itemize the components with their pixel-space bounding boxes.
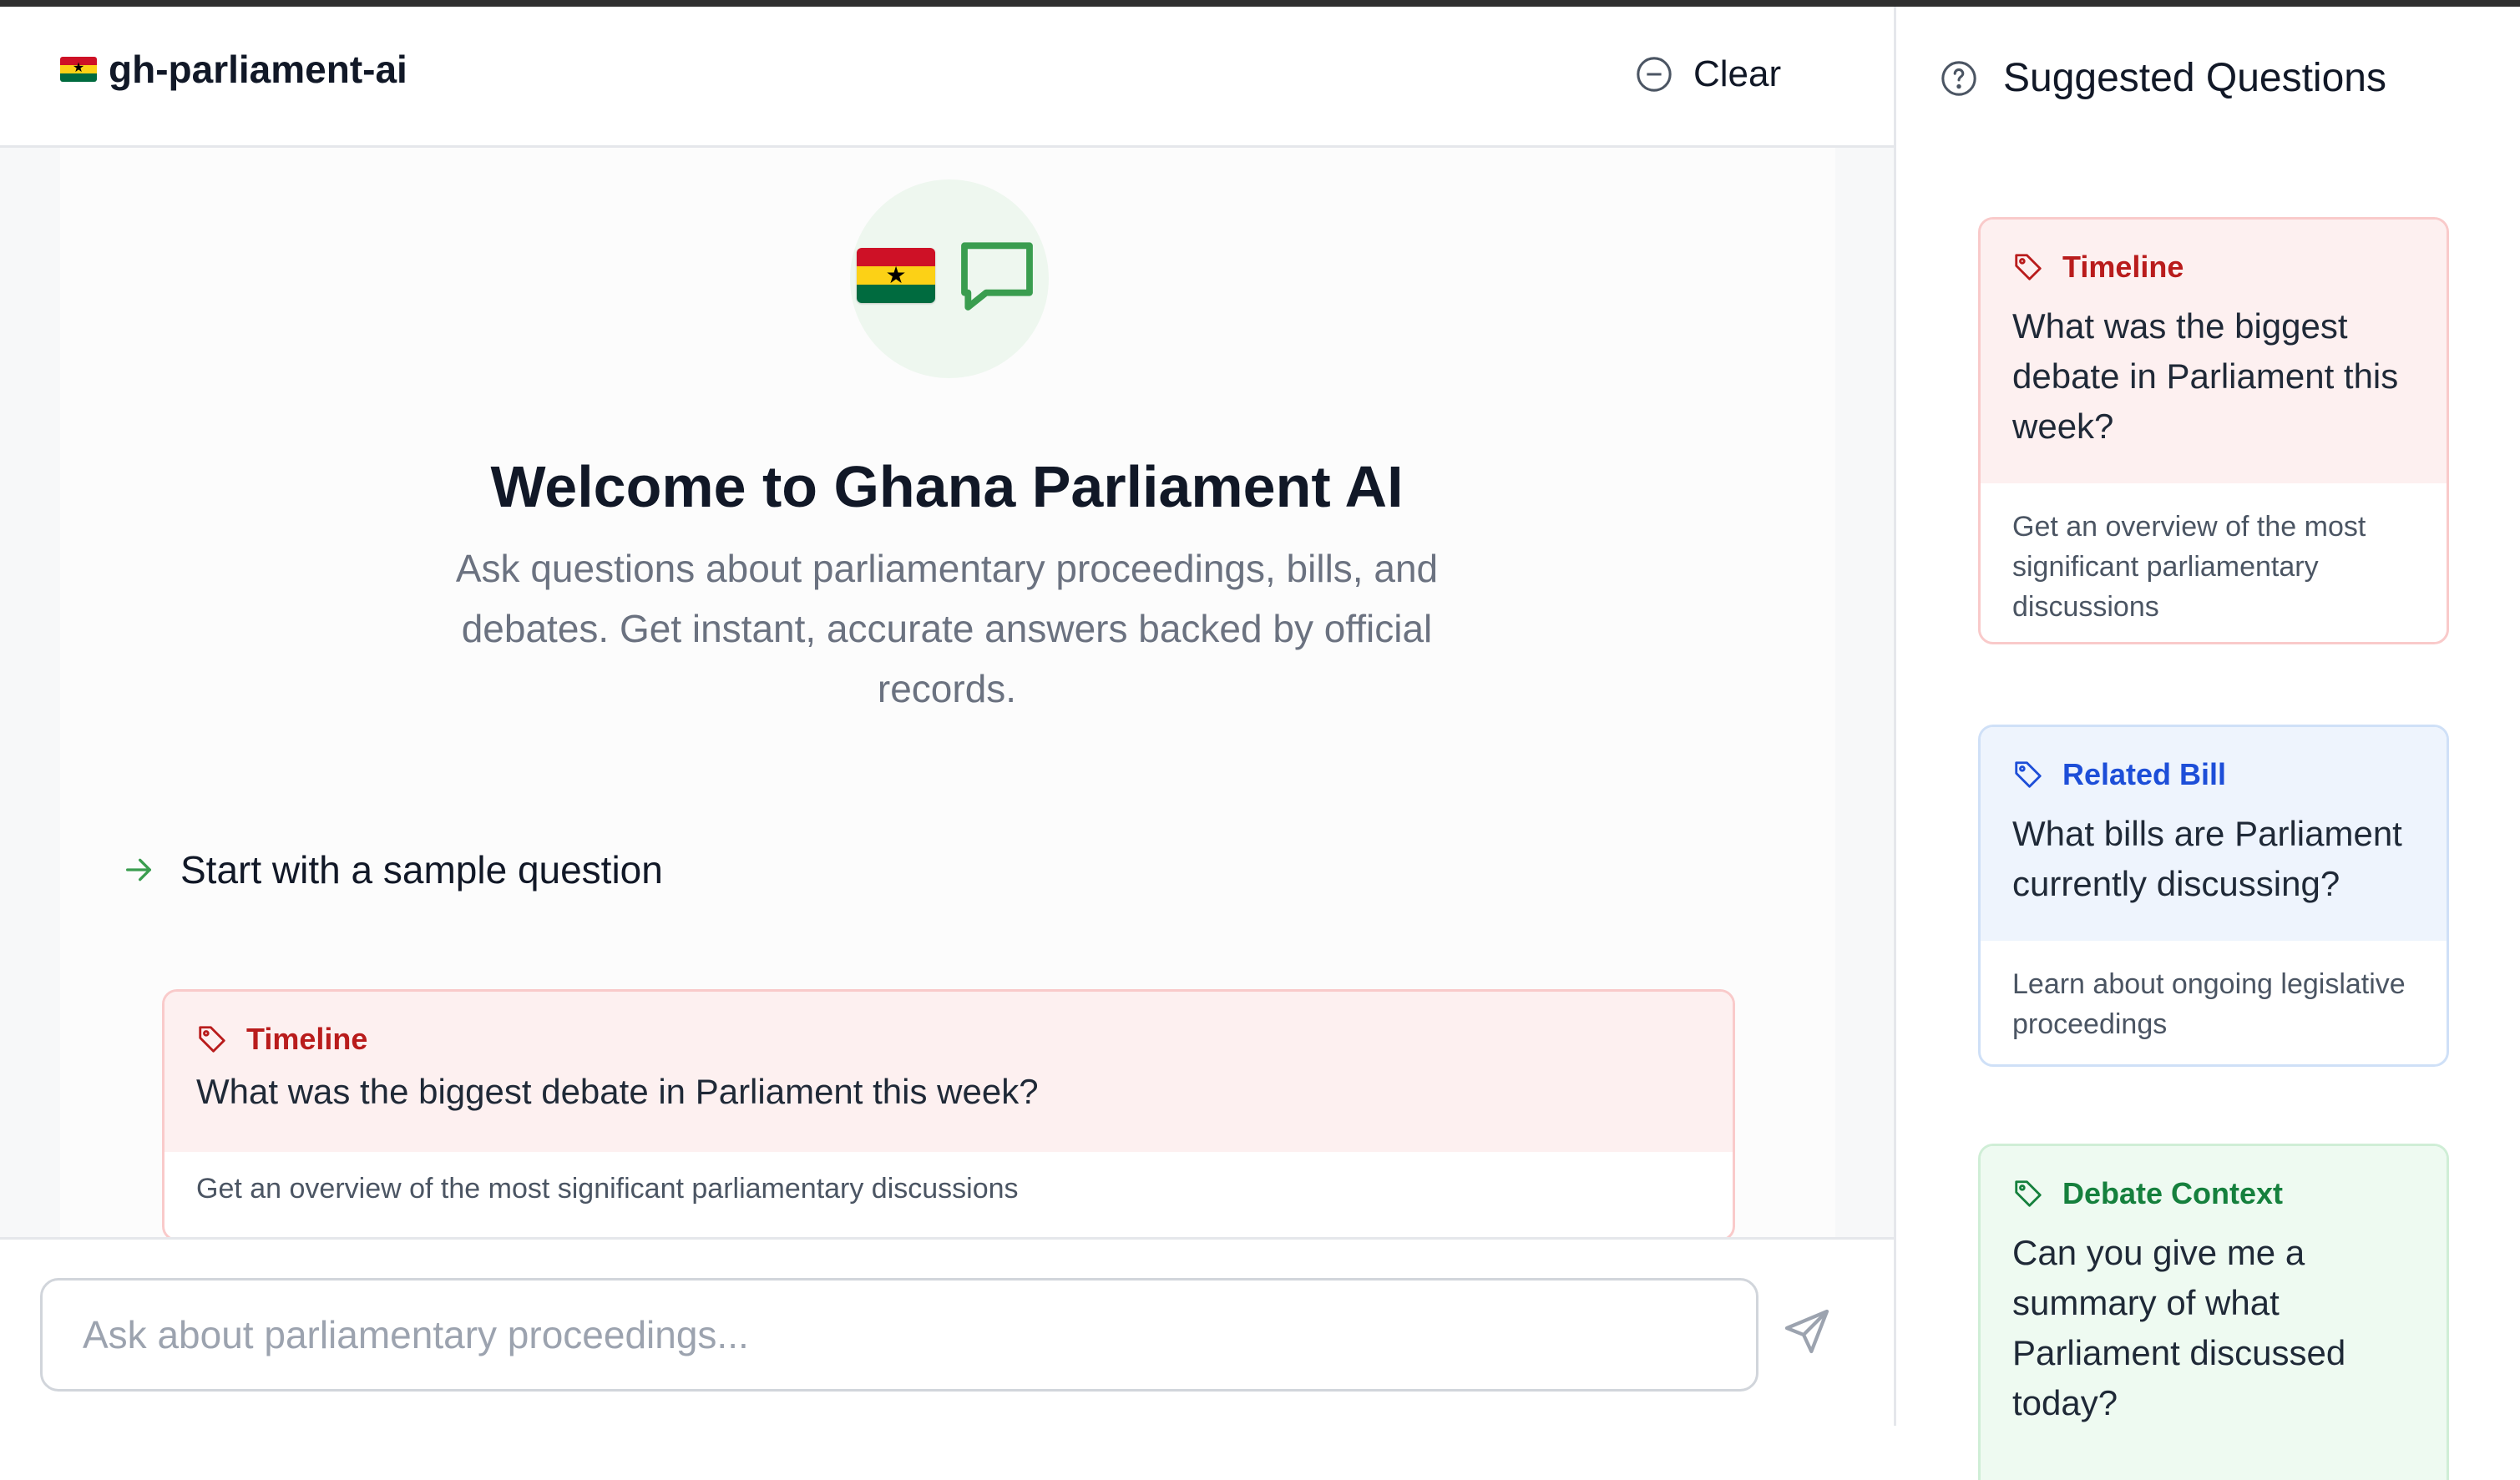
question-description: Get an overview of the most significant …	[2012, 511, 2366, 623]
tag-icon	[2015, 254, 2042, 280]
suggested-questions-header: Suggested Questions	[1940, 55, 2386, 101]
send-button[interactable]	[1780, 1305, 1834, 1362]
chat-scroll-area[interactable]: ★ Welcome to Ghana Parliament AI Ask que…	[0, 148, 1894, 1244]
sample-heading-label: Start with a sample question	[180, 848, 663, 892]
question-tag: Related Bill	[2012, 727, 2415, 792]
help-circle-icon	[1941, 60, 1976, 96]
arrow-right-icon	[126, 858, 151, 881]
tag-icon	[2015, 1180, 2042, 1207]
window-top-border	[0, 0, 2520, 7]
suggested-question-card[interactable]: Timeline What was the biggest debate in …	[1978, 217, 2449, 644]
welcome-subtitle: Ask questions about parliamentary procee…	[455, 547, 1439, 710]
question-title: What was the biggest debate in Parliamen…	[196, 1072, 1039, 1111]
question-tag: Timeline	[196, 992, 1701, 1057]
ghana-flag-icon: ★	[60, 57, 97, 82]
tag-icon	[2015, 761, 2042, 788]
minus-circle-icon	[1637, 57, 1672, 92]
question-tag: Debate Context	[2012, 1146, 2415, 1211]
question-tag-label: Related Bill	[2062, 757, 2227, 791]
sample-question-heading: Start with a sample question	[122, 847, 663, 892]
question-title: What bills are Parliament currently disc…	[2012, 814, 2402, 903]
clear-button[interactable]: Clear	[1635, 53, 1781, 95]
question-description: Learn about ongoing legislative proceedi…	[2012, 968, 2406, 1040]
question-tag-label: Timeline	[246, 1022, 368, 1056]
ghana-flag-icon: ★	[857, 248, 935, 303]
brand: ★ gh-parliament-ai	[60, 47, 407, 92]
suggested-question-card[interactable]: Debate Context Can you give me a summary…	[1978, 1144, 2449, 1480]
sample-question-card[interactable]: Timeline What was the biggest debate in …	[162, 989, 1735, 1241]
chat-header: ★ gh-parliament-ai Clear	[0, 7, 1894, 148]
suggested-question-card[interactable]: Related Bill What bills are Parliament c…	[1978, 725, 2449, 1067]
clear-button-label: Clear	[1693, 53, 1782, 94]
suggested-questions-title: Suggested Questions	[2003, 56, 2386, 100]
suggested-questions-panel: Suggested Questions Timeline What was th…	[1894, 7, 2520, 1480]
send-icon	[1784, 1309, 1829, 1354]
question-tag: Timeline	[2012, 220, 2415, 285]
question-description: Get an overview of the most significant …	[196, 1173, 1019, 1205]
tag-icon	[199, 1026, 225, 1053]
question-tag-label: Debate Context	[2062, 1176, 2284, 1210]
app-name: gh-parliament-ai	[109, 48, 407, 91]
chat-pane: ★ gh-parliament-ai Clear ★ Welcome to Gh…	[0, 7, 1894, 1428]
question-title: What was the biggest debate in Parliamen…	[2012, 306, 2399, 446]
chat-input[interactable]	[40, 1278, 1758, 1392]
composer	[0, 1237, 1894, 1428]
chat-bubble-icon	[961, 242, 1033, 311]
welcome-title: Welcome to Ghana Parliament AI	[490, 454, 1404, 519]
question-title: Can you give me a summary of what Parlia…	[2012, 1233, 2346, 1422]
question-tag-label: Timeline	[2062, 250, 2184, 284]
